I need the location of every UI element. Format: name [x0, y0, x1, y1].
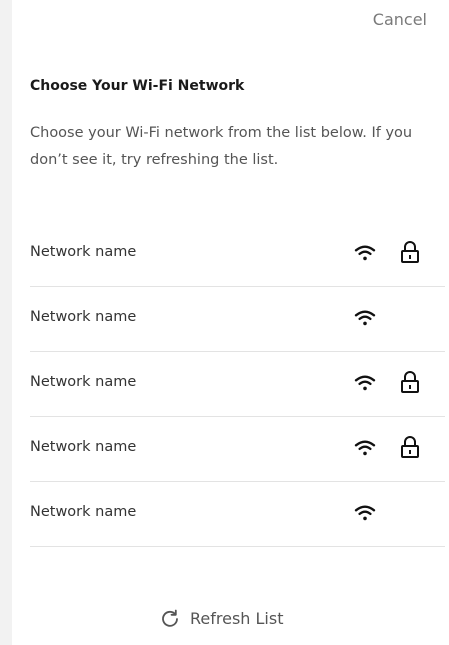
cancel-button[interactable]: Cancel: [373, 10, 427, 29]
network-name: Network name: [30, 374, 137, 390]
wifi-icon: [354, 310, 376, 326]
refresh-icon: [162, 609, 178, 627]
network-name: Network name: [30, 244, 137, 260]
wifi-icon: [354, 440, 376, 456]
lock-icon: [401, 436, 419, 458]
network-row[interactable]: Network name: [30, 287, 445, 352]
wifi-icon: [354, 375, 376, 391]
wifi-icon: [354, 505, 376, 521]
lock-icon: [401, 241, 419, 263]
network-name: Network name: [30, 439, 137, 455]
network-list: Network name Network name Network name N…: [30, 222, 445, 547]
network-row[interactable]: Network name: [30, 482, 445, 547]
network-row[interactable]: Network name: [30, 222, 445, 287]
lock-icon: [401, 371, 419, 393]
page-title: Choose Your Wi-Fi Network: [30, 78, 245, 94]
network-name: Network name: [30, 504, 137, 520]
refresh-list-button[interactable]: Refresh List: [160, 608, 283, 628]
refresh-label: Refresh List: [190, 608, 284, 628]
page-description: Choose your Wi-Fi network from the list …: [30, 125, 413, 168]
network-name: Network name: [30, 309, 137, 325]
wifi-icon: [354, 245, 376, 261]
network-row[interactable]: Network name: [30, 417, 445, 482]
network-row[interactable]: Network name: [30, 352, 445, 417]
wifi-picker-panel: Cancel Choose Your Wi-Fi Network Choose …: [12, 0, 449, 645]
